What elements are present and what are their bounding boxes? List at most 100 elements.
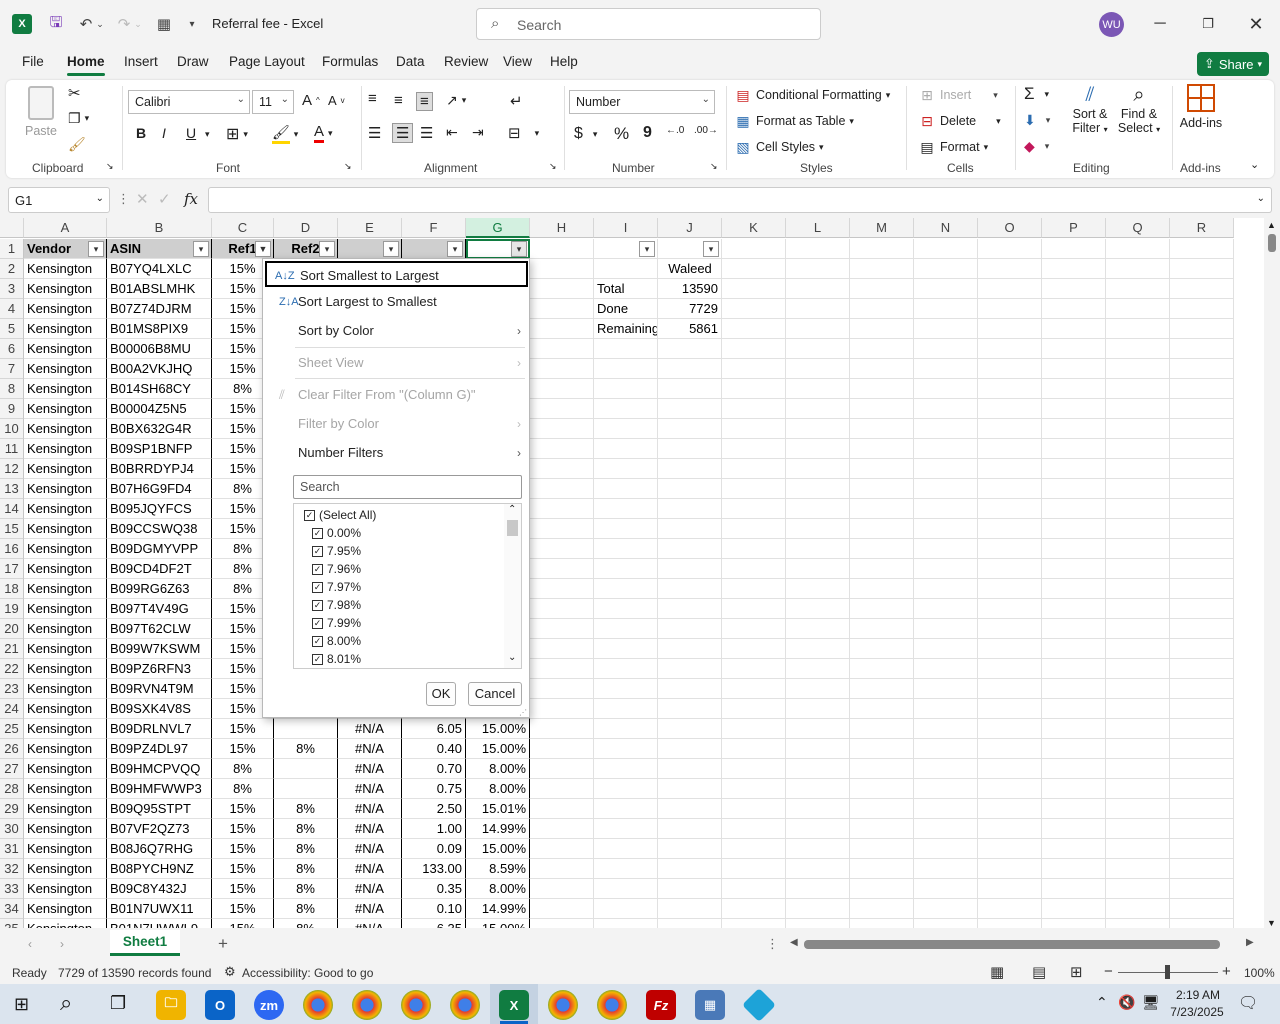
scroll-down-icon[interactable]: ⌄ bbox=[508, 652, 516, 663]
table-cell[interactable]: 2.50 bbox=[402, 799, 466, 819]
chrome-icon[interactable] bbox=[597, 990, 627, 1020]
table-cell[interactable]: #N/A bbox=[338, 879, 402, 899]
row-header[interactable]: 2 bbox=[0, 259, 24, 279]
table-cell[interactable]: 15% bbox=[212, 839, 274, 859]
number-launcher-icon[interactable]: ↘ bbox=[710, 161, 718, 172]
table-cell[interactable]: 8% bbox=[212, 779, 274, 799]
table-cell[interactable]: 15% bbox=[212, 879, 274, 899]
row-header[interactable]: 19 bbox=[0, 599, 24, 619]
decrease-decimal-icon[interactable]: .00→ bbox=[694, 125, 718, 136]
conditional-formatting-button[interactable]: ▤ Conditional Formatting ▾ bbox=[734, 86, 890, 104]
row-header[interactable]: 29 bbox=[0, 799, 24, 819]
table-cell[interactable]: 8.00% bbox=[466, 759, 530, 779]
tab-splitter-icon[interactable]: ⋮ bbox=[766, 936, 779, 952]
table-cell[interactable]: Kensington bbox=[24, 739, 107, 759]
table-cell[interactable]: Kensington bbox=[24, 299, 107, 319]
chrome-icon[interactable] bbox=[303, 990, 333, 1020]
row-header[interactable]: 28 bbox=[0, 779, 24, 799]
table-cell[interactable]: #N/A bbox=[338, 719, 402, 739]
header-cell-h[interactable] bbox=[530, 239, 594, 259]
column-header-l[interactable]: L bbox=[786, 218, 850, 238]
comma-button[interactable]: 9 bbox=[643, 124, 652, 142]
table-cell[interactable]: 15% bbox=[212, 799, 274, 819]
filter-search-input[interactable]: Search bbox=[293, 475, 522, 499]
table-cell[interactable]: B099W7KSWM bbox=[107, 639, 212, 659]
table-cell[interactable]: B097T4V49G bbox=[107, 599, 212, 619]
notifications-icon[interactable]: 🗨 bbox=[1238, 993, 1258, 1013]
table-cell[interactable]: 8% bbox=[274, 799, 338, 819]
number-filters-item[interactable]: Number Filters › bbox=[273, 440, 527, 466]
column-header-j[interactable]: J bbox=[658, 218, 722, 238]
excel-taskbar-icon[interactable]: X bbox=[499, 990, 529, 1020]
close-icon[interactable]: ✕ bbox=[1241, 10, 1271, 38]
table-cell[interactable] bbox=[274, 719, 338, 739]
table-cell[interactable]: B07Z74DJRM bbox=[107, 299, 212, 319]
table-cell[interactable]: Kensington bbox=[24, 899, 107, 919]
italic-button[interactable]: I bbox=[162, 125, 166, 141]
table-cell[interactable]: Kensington bbox=[24, 919, 107, 928]
percent-button[interactable]: % bbox=[614, 124, 629, 144]
table-cell[interactable]: #N/A bbox=[338, 739, 402, 759]
table-cell[interactable]: B09RVN4T9M bbox=[107, 679, 212, 699]
table-cell[interactable]: B08PYCH9NZ bbox=[107, 859, 212, 879]
zoom-level[interactable]: 100% bbox=[1244, 966, 1275, 980]
column-header-n[interactable]: N bbox=[914, 218, 978, 238]
zoom-slider-thumb[interactable] bbox=[1165, 965, 1170, 979]
table-cell[interactable]: Kensington bbox=[24, 479, 107, 499]
table-cell[interactable]: Kensington bbox=[24, 859, 107, 879]
bold-button[interactable]: B bbox=[136, 125, 146, 141]
table-cell[interactable]: B09DGMYVPP bbox=[107, 539, 212, 559]
table-cell[interactable]: Kensington bbox=[24, 759, 107, 779]
filter-value-checkbox[interactable]: ✓ 7.95% bbox=[312, 542, 361, 560]
filter-dropdown-icon[interactable]: ▾ bbox=[193, 241, 209, 257]
table-cell[interactable]: B01ABSLMHK bbox=[107, 279, 212, 299]
copy-icon[interactable]: ❐ ▾ bbox=[68, 110, 89, 127]
file-explorer-icon[interactable]: 🗀 bbox=[156, 990, 186, 1020]
horizontal-scrollbar[interactable] bbox=[804, 940, 1220, 949]
table-cell[interactable]: 133.00 bbox=[402, 859, 466, 879]
save-icon[interactable]: 🖫 bbox=[44, 12, 68, 36]
table-cell[interactable]: 15.00% bbox=[466, 719, 530, 739]
row-header[interactable]: 7 bbox=[0, 359, 24, 379]
row-header[interactable]: 9 bbox=[0, 399, 24, 419]
zoom-in-icon[interactable]: + bbox=[1222, 963, 1231, 980]
format-as-table-button[interactable]: ▦ Format as Table ▾ bbox=[734, 112, 854, 130]
task-view-icon[interactable]: ❐ bbox=[110, 993, 126, 1014]
table-cell[interactable]: Kensington bbox=[24, 699, 107, 719]
table-cell[interactable]: 14.99% bbox=[466, 899, 530, 919]
increase-decimal-icon[interactable]: ←.0 bbox=[666, 125, 684, 136]
table-cell[interactable]: 8% bbox=[274, 739, 338, 759]
table-cell[interactable]: 15.00% bbox=[466, 919, 530, 928]
borders-icon[interactable]: ⊞ ▾ bbox=[226, 124, 248, 144]
row-header[interactable]: 8 bbox=[0, 379, 24, 399]
filter-active-icon[interactable]: ▼ bbox=[255, 241, 271, 257]
font-name-select[interactable]: Calibri ⌄ bbox=[128, 90, 250, 114]
row-header[interactable]: 31 bbox=[0, 839, 24, 859]
calculator-icon[interactable]: ▦ bbox=[152, 12, 176, 36]
row-header[interactable]: 16 bbox=[0, 539, 24, 559]
number-format-select[interactable]: Number ⌄ bbox=[569, 90, 715, 114]
row-header[interactable]: 1 bbox=[0, 239, 24, 259]
share-button[interactable]: ⇪ Share ▾ bbox=[1197, 52, 1269, 76]
table-cell[interactable]: B097T62CLW bbox=[107, 619, 212, 639]
page-break-view-icon[interactable]: ⊞ bbox=[1070, 963, 1083, 981]
table-cell[interactable]: 0.35 bbox=[402, 879, 466, 899]
redo-dropdown-icon[interactable]: ⌄ bbox=[132, 12, 144, 36]
row-header[interactable]: 30 bbox=[0, 819, 24, 839]
font-launcher-icon[interactable]: ↘ bbox=[344, 161, 352, 172]
table-cell[interactable]: 8% bbox=[212, 759, 274, 779]
table-cell[interactable]: Kensington bbox=[24, 819, 107, 839]
alignment-launcher-icon[interactable]: ↘ bbox=[549, 161, 557, 172]
table-cell[interactable]: B09PZ4DL97 bbox=[107, 739, 212, 759]
column-header-k[interactable]: K bbox=[722, 218, 786, 238]
fill-color-icon[interactable]: 🖌 ▾ bbox=[272, 124, 298, 144]
wrap-text-icon[interactable]: ↵ bbox=[510, 92, 523, 110]
table-cell[interactable]: B00004Z5N5 bbox=[107, 399, 212, 419]
insert-cells-button[interactable]: ⊞ Insert ▾ bbox=[918, 86, 998, 104]
chrome-icon[interactable] bbox=[352, 990, 382, 1020]
column-header-o[interactable]: O bbox=[978, 218, 1042, 238]
scroll-down-icon[interactable]: ▼ bbox=[1267, 918, 1276, 928]
undo-dropdown-icon[interactable]: ⌄ bbox=[94, 12, 106, 36]
increase-font-icon[interactable]: A ^ bbox=[302, 92, 320, 109]
table-cell[interactable]: #N/A bbox=[338, 919, 402, 928]
